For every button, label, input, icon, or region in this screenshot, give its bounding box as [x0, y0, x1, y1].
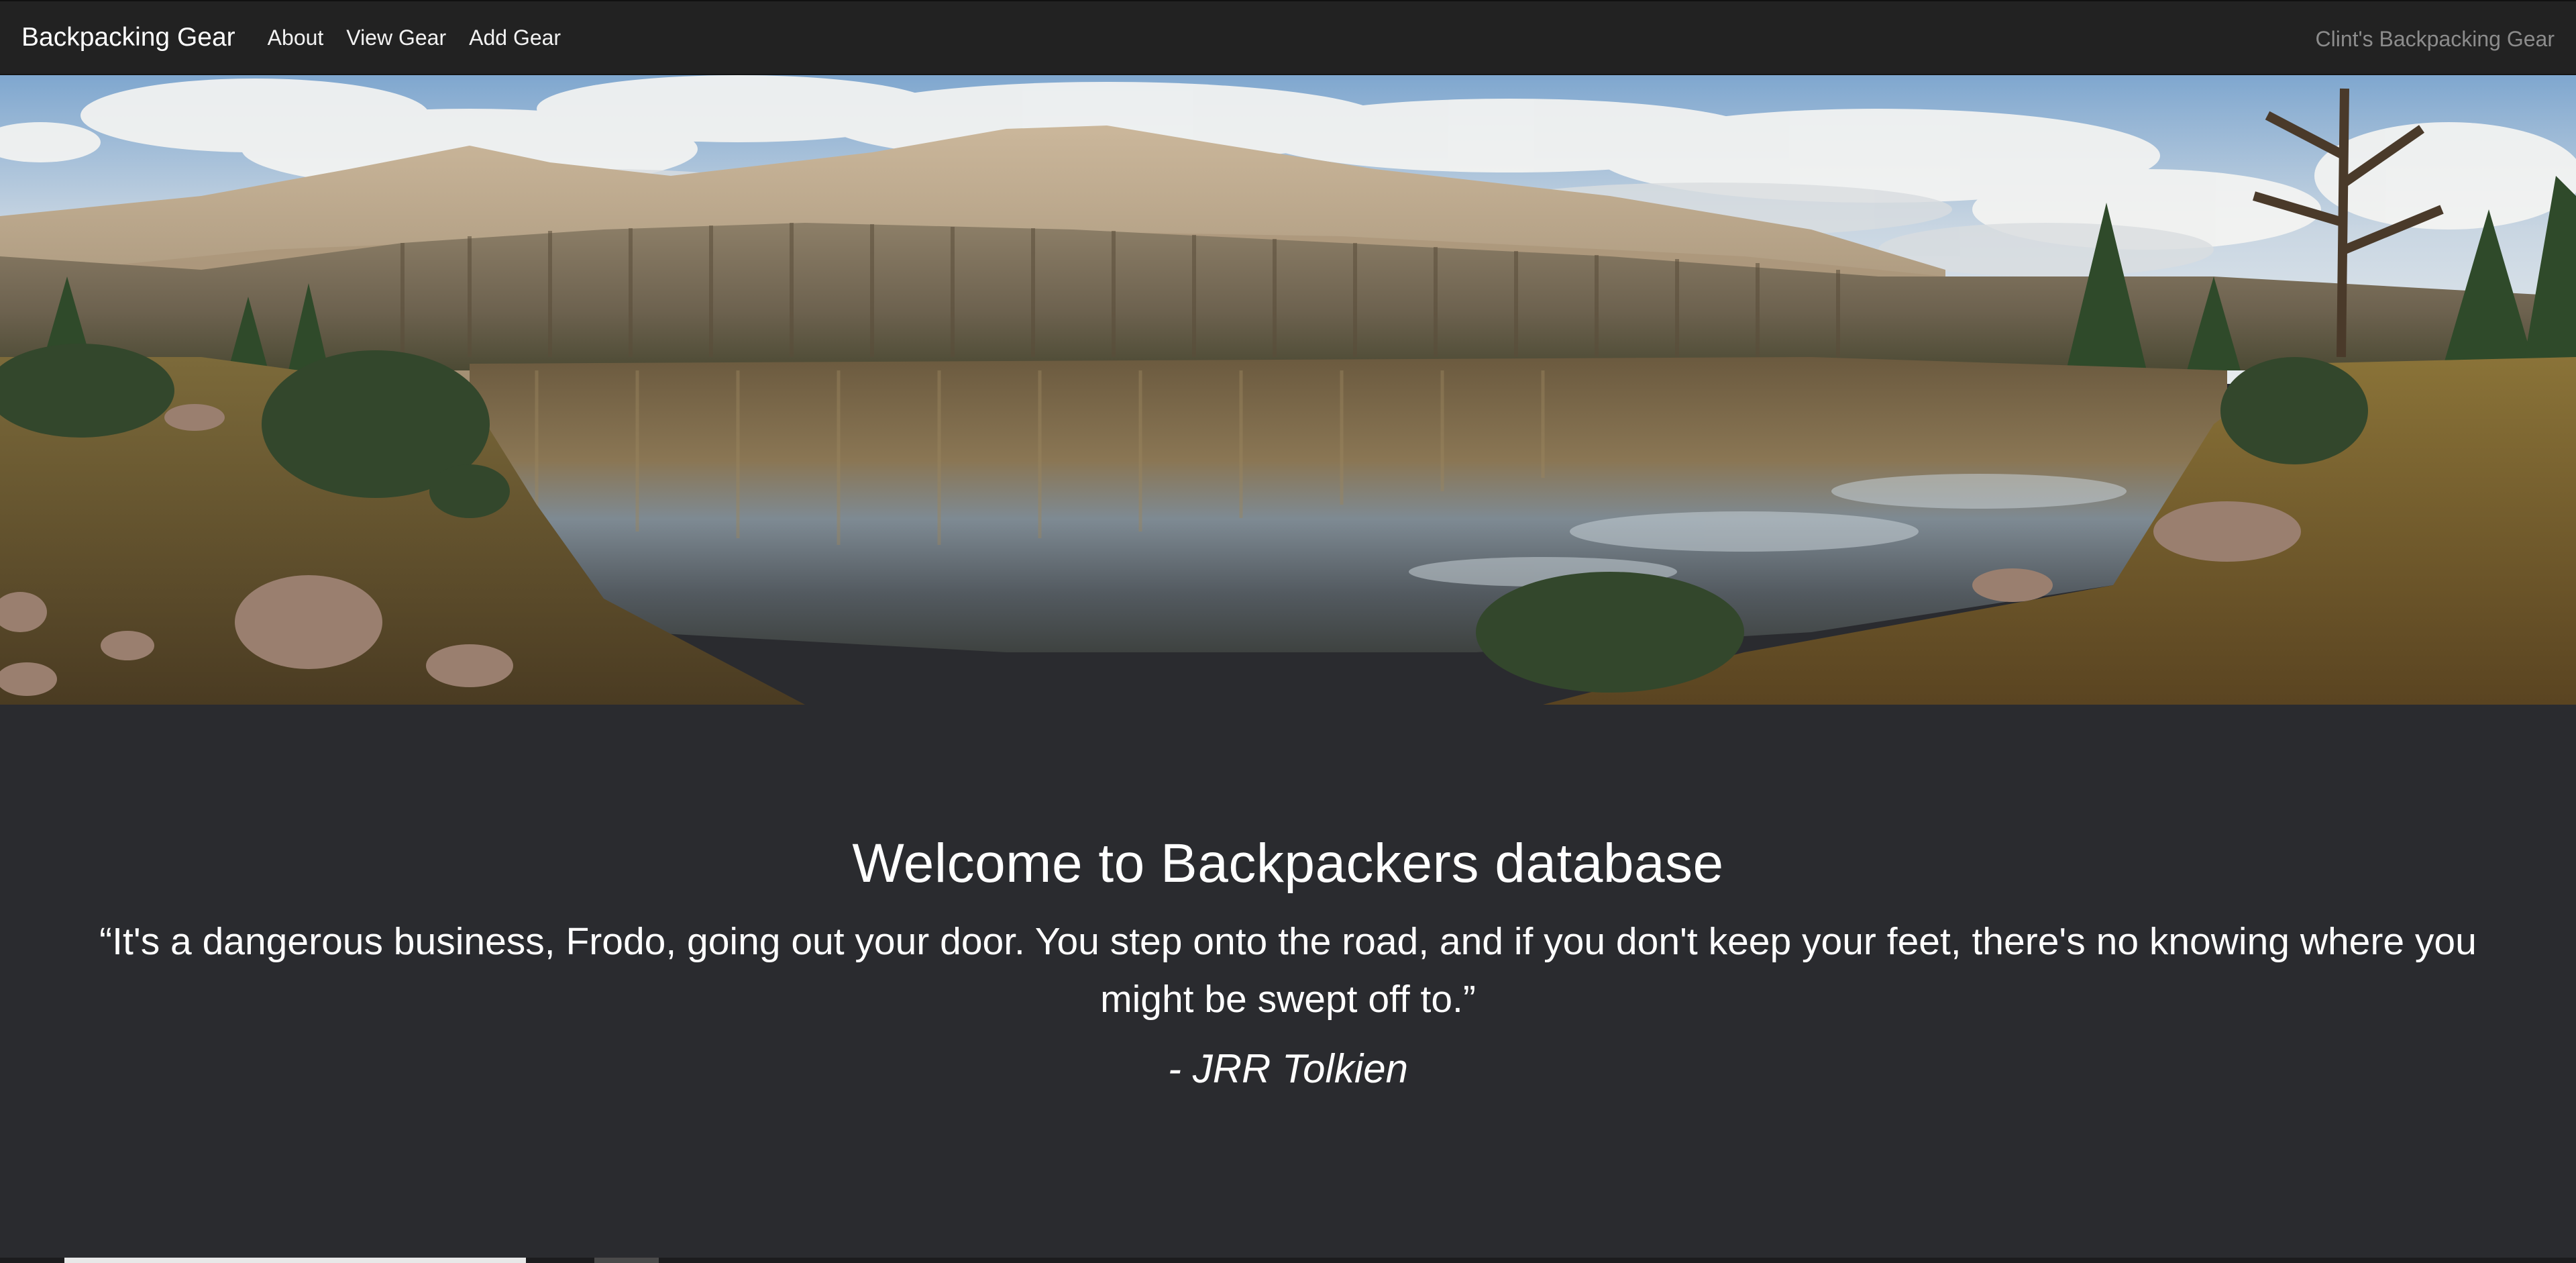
- bottom-strip-segment: [64, 1258, 526, 1263]
- page-title: Welcome to Backpackers database: [852, 833, 1724, 894]
- hero-landscape-image: [0, 75, 2576, 705]
- bottom-edge-strip: [0, 1258, 2576, 1263]
- nav-link-view-gear[interactable]: View Gear: [346, 26, 446, 50]
- nav-link-add-gear[interactable]: Add Gear: [469, 26, 561, 50]
- quote-author: - JRR Tolkien: [1168, 1046, 1408, 1091]
- top-navbar: Backpacking Gear About View Gear Add Gea…: [0, 0, 2576, 75]
- nav-link-about[interactable]: About: [268, 26, 324, 50]
- welcome-jumbotron: Welcome to Backpackers database “It's a …: [0, 705, 2576, 1263]
- bottom-strip-segment: [594, 1258, 659, 1263]
- mountain-lake-landscape-image: [0, 75, 2576, 705]
- navbar-site-label: Clint's Backpacking Gear: [2315, 26, 2555, 51]
- brand-link[interactable]: Backpacking Gear: [21, 23, 235, 52]
- quote-text: “It's a dangerous business, Frodo, going…: [99, 920, 2477, 1021]
- nav-links: About View Gear Add Gear: [268, 26, 561, 50]
